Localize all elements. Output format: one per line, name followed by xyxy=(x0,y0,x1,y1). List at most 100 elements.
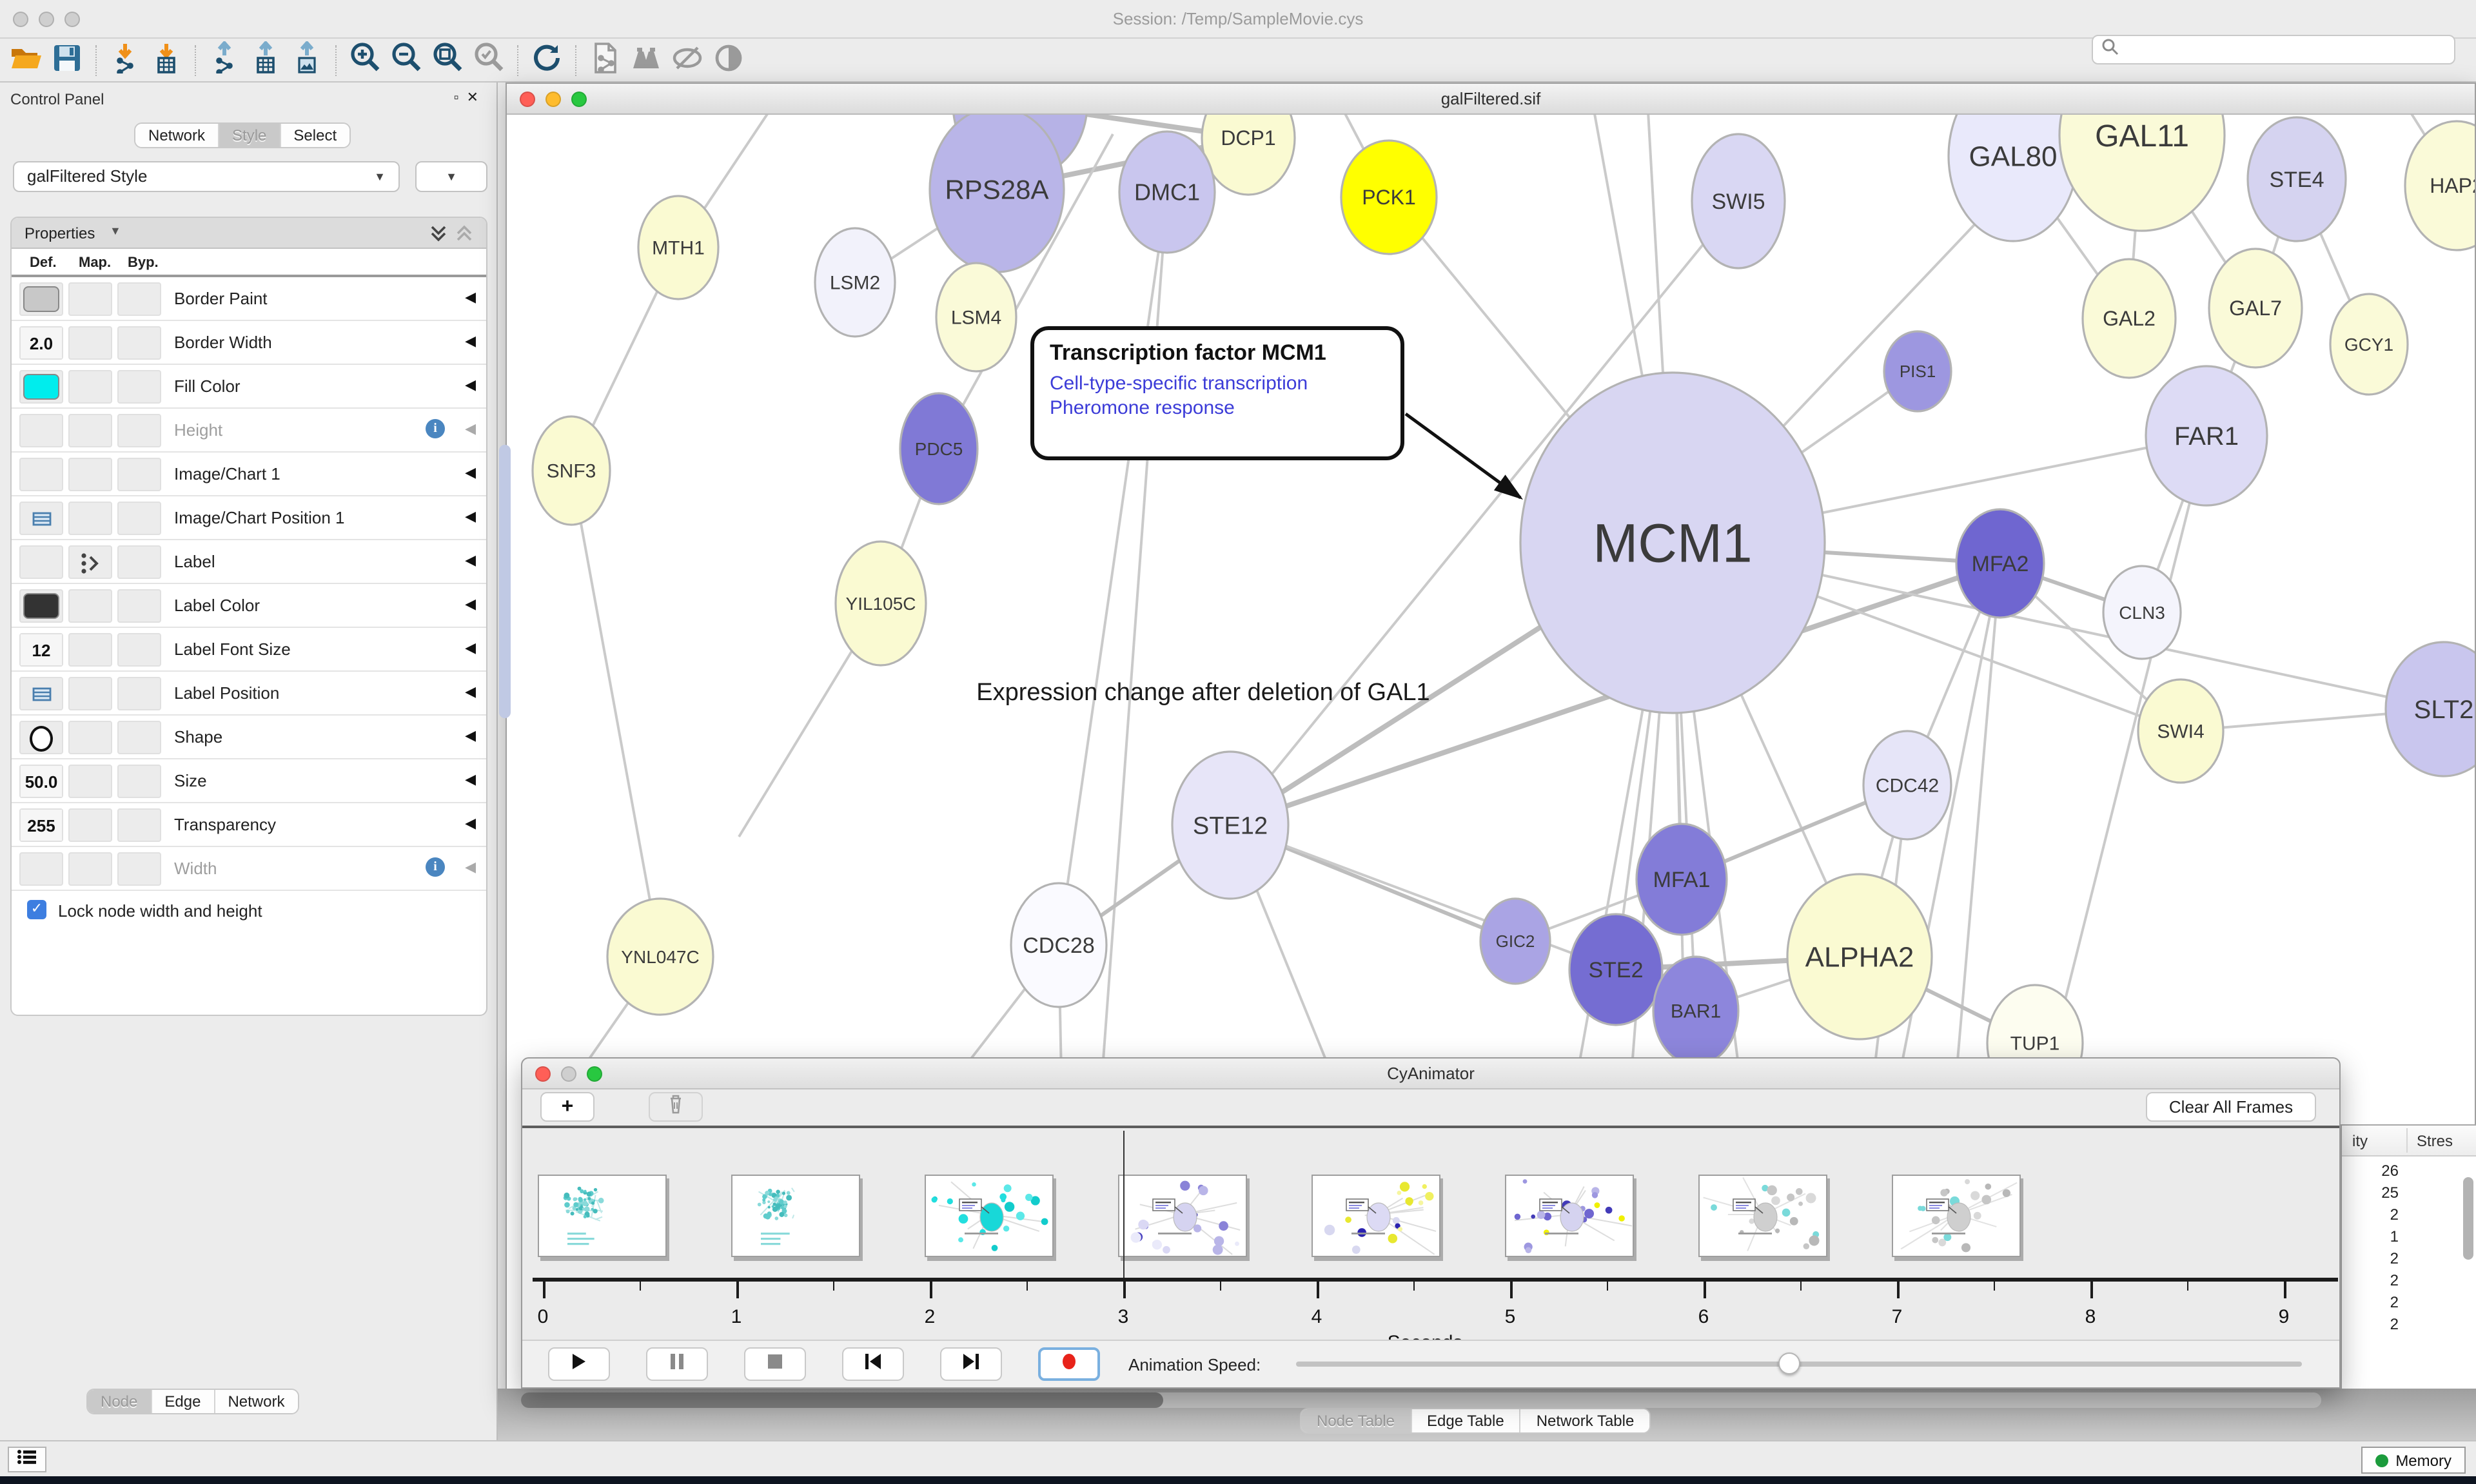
binoculars-button[interactable] xyxy=(627,42,665,78)
def-color-swatch[interactable] xyxy=(23,286,59,312)
tab-network[interactable]: Network xyxy=(135,124,219,147)
table-cell[interactable]: 2 xyxy=(2342,1315,2406,1337)
skip-start-button[interactable] xyxy=(842,1347,904,1381)
tab-network[interactable]: Network xyxy=(215,1390,297,1413)
search-input[interactable] xyxy=(2092,35,2455,64)
network-node-swi5[interactable]: SWI5 xyxy=(1692,134,1785,268)
memory-button[interactable]: Memory xyxy=(2361,1447,2466,1474)
expand-row-icon[interactable]: ◀ xyxy=(465,859,476,875)
play-button[interactable] xyxy=(548,1347,610,1381)
table-cell[interactable]: 26 xyxy=(2342,1162,2406,1184)
add-frame-button[interactable]: + xyxy=(540,1092,594,1122)
tab-select[interactable]: Select xyxy=(280,124,349,147)
byp-cell[interactable] xyxy=(117,765,161,798)
table-cell[interactable]: 2 xyxy=(2342,1249,2406,1271)
network-node-mth1[interactable]: MTH1 xyxy=(638,196,718,299)
byp-cell[interactable] xyxy=(117,282,161,316)
byp-cell[interactable] xyxy=(117,589,161,623)
property-row-height[interactable]: Heighti◀ xyxy=(12,409,486,453)
timeline-frame-1[interactable] xyxy=(731,1175,860,1257)
def-color-swatch[interactable] xyxy=(23,374,59,400)
float-panel-icon[interactable]: ▫ xyxy=(454,90,467,106)
ellipse-shape-icon[interactable] xyxy=(30,726,53,752)
property-row-size[interactable]: 50.0Size◀ xyxy=(12,759,486,803)
network-node-swi4[interactable]: SWI4 xyxy=(2138,679,2223,783)
def-value[interactable]: 50.0 xyxy=(21,766,62,797)
network-node-lsm2[interactable]: LSM2 xyxy=(815,228,895,337)
tab-network-table[interactable]: Network Table xyxy=(1521,1409,1650,1432)
network-window-titlebar[interactable]: galFiltered.sif xyxy=(507,84,2475,115)
map-cell[interactable] xyxy=(68,808,112,842)
import-network-button[interactable] xyxy=(106,42,144,78)
network-node-slt2[interactable]: SLT2 xyxy=(2386,642,2475,776)
network-node-ste12[interactable]: STE12 xyxy=(1172,752,1288,899)
contrast-button[interactable] xyxy=(709,42,748,78)
network-edge[interactable] xyxy=(1059,192,1167,945)
network-node-ste4[interactable]: STE4 xyxy=(2248,117,2346,241)
def-cell[interactable] xyxy=(19,370,63,404)
def-cell[interactable]: 2.0 xyxy=(19,326,63,360)
timeline-playhead[interactable] xyxy=(1123,1131,1125,1280)
export-table-button[interactable] xyxy=(246,42,285,78)
tab-node-table[interactable]: Node Table xyxy=(1301,1409,1411,1432)
network-node-yil105c[interactable]: YIL105C xyxy=(836,542,926,665)
task-history-button[interactable] xyxy=(8,1447,46,1472)
horizontal-scrollbar[interactable] xyxy=(521,1392,2321,1408)
lock-node-size-checkbox[interactable]: ✓ xyxy=(27,900,46,919)
timeline-frame-2[interactable] xyxy=(925,1175,1054,1257)
cyanimator-titlebar[interactable]: CyAnimator xyxy=(522,1059,2339,1089)
timeline-frame-5[interactable] xyxy=(1505,1175,1634,1257)
style-selector[interactable]: galFiltered Style▼ xyxy=(13,161,400,192)
tab-node[interactable]: Node xyxy=(88,1390,152,1413)
timeline-frame-3[interactable] xyxy=(1118,1175,1247,1257)
map-cell[interactable] xyxy=(68,852,112,886)
def-value[interactable]: 12 xyxy=(21,634,62,665)
tab-edge-table[interactable]: Edge Table xyxy=(1411,1409,1521,1432)
byp-cell[interactable] xyxy=(117,633,161,667)
annotation-link[interactable]: Cell-type-specific transcription xyxy=(1050,371,1385,396)
def-cell[interactable]: 50.0 xyxy=(19,765,63,798)
network-node-alpha2[interactable]: ALPHA2 xyxy=(1787,874,1932,1039)
network-node-cdc42[interactable]: CDC42 xyxy=(1863,731,1951,839)
def-cell[interactable] xyxy=(19,502,63,535)
hide-details-button[interactable] xyxy=(668,42,707,78)
expand-row-icon[interactable]: ◀ xyxy=(465,508,476,525)
table-cell[interactable]: 2 xyxy=(2342,1271,2406,1293)
byp-cell[interactable] xyxy=(117,458,161,491)
property-row-label[interactable]: Label◀ xyxy=(12,540,486,584)
property-row-image-chart-position-1[interactable]: Image/Chart Position 1◀ xyxy=(12,496,486,540)
map-cell[interactable] xyxy=(68,721,112,754)
zoom-out-button[interactable] xyxy=(387,42,426,78)
map-cell[interactable] xyxy=(68,370,112,404)
network-node-gic2[interactable]: GIC2 xyxy=(1480,899,1550,984)
def-cell[interactable] xyxy=(19,677,63,710)
timeline-frame-6[interactable] xyxy=(1698,1175,1827,1257)
network-node-ste2[interactable]: STE2 xyxy=(1569,914,1662,1025)
network-node-pdc5[interactable]: PDC5 xyxy=(900,393,978,504)
def-value[interactable]: 255 xyxy=(21,810,62,841)
import-table-button[interactable] xyxy=(147,42,186,78)
network-node-ynl047c[interactable]: YNL047C xyxy=(607,899,713,1015)
record-button[interactable] xyxy=(1038,1347,1100,1381)
map-cell[interactable] xyxy=(68,545,112,579)
export-image-button[interactable] xyxy=(288,42,326,78)
network-node-gal11[interactable]: GAL11 xyxy=(2059,115,2225,231)
zoom-selected-button[interactable] xyxy=(469,42,508,78)
export-network-button[interactable] xyxy=(205,42,244,78)
property-row-width[interactable]: Widthi◀ xyxy=(12,847,486,891)
map-cell[interactable] xyxy=(68,282,112,316)
table-cell[interactable]: 2 xyxy=(2342,1206,2406,1227)
property-row-label-font-size[interactable]: 12Label Font Size◀ xyxy=(12,628,486,672)
network-node-mfa1[interactable]: MFA1 xyxy=(1636,824,1727,935)
expand-row-icon[interactable]: ◀ xyxy=(465,289,476,306)
def-cell[interactable] xyxy=(19,852,63,886)
network-node-hap2[interactable]: HAP2 xyxy=(2405,121,2475,250)
expand-row-icon[interactable]: ◀ xyxy=(465,727,476,744)
map-cell[interactable] xyxy=(68,502,112,535)
def-cell[interactable] xyxy=(19,589,63,623)
network-node-far1[interactable]: FAR1 xyxy=(2146,366,2267,505)
slider-thumb[interactable] xyxy=(1778,1352,1800,1374)
byp-cell[interactable] xyxy=(117,502,161,535)
byp-cell[interactable] xyxy=(117,545,161,579)
property-row-border-paint[interactable]: Border Paint◀ xyxy=(12,277,486,321)
